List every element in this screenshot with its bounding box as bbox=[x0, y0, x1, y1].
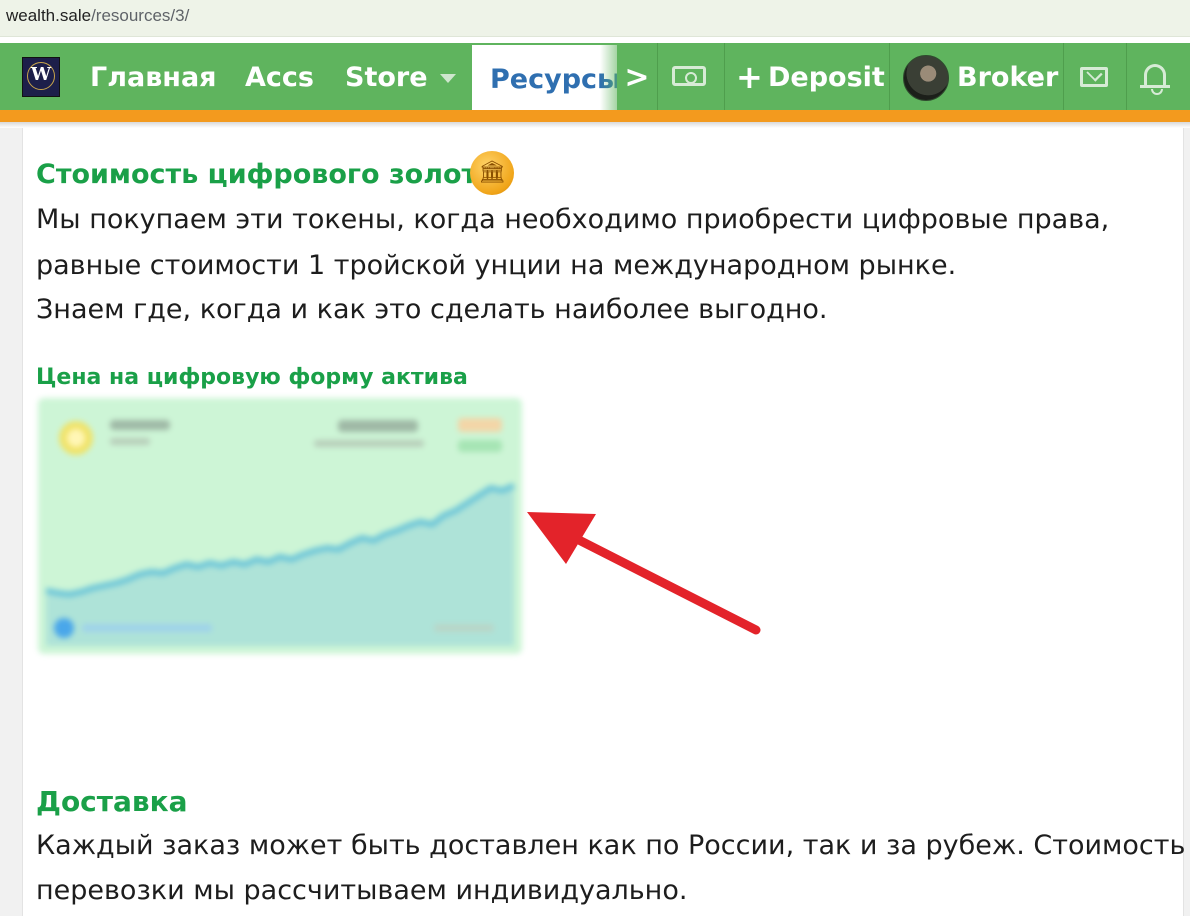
arrow-shaft bbox=[570, 533, 761, 635]
red-arrow-annotation bbox=[527, 512, 761, 635]
paragraph-line: Каждый заказ может быть доставлен как по… bbox=[36, 830, 1186, 861]
arrow-head bbox=[527, 512, 596, 564]
section-title-delivery: Доставка bbox=[36, 785, 188, 818]
paragraph-line: перевозки мы рассчитываем индивидуально. bbox=[36, 875, 688, 906]
